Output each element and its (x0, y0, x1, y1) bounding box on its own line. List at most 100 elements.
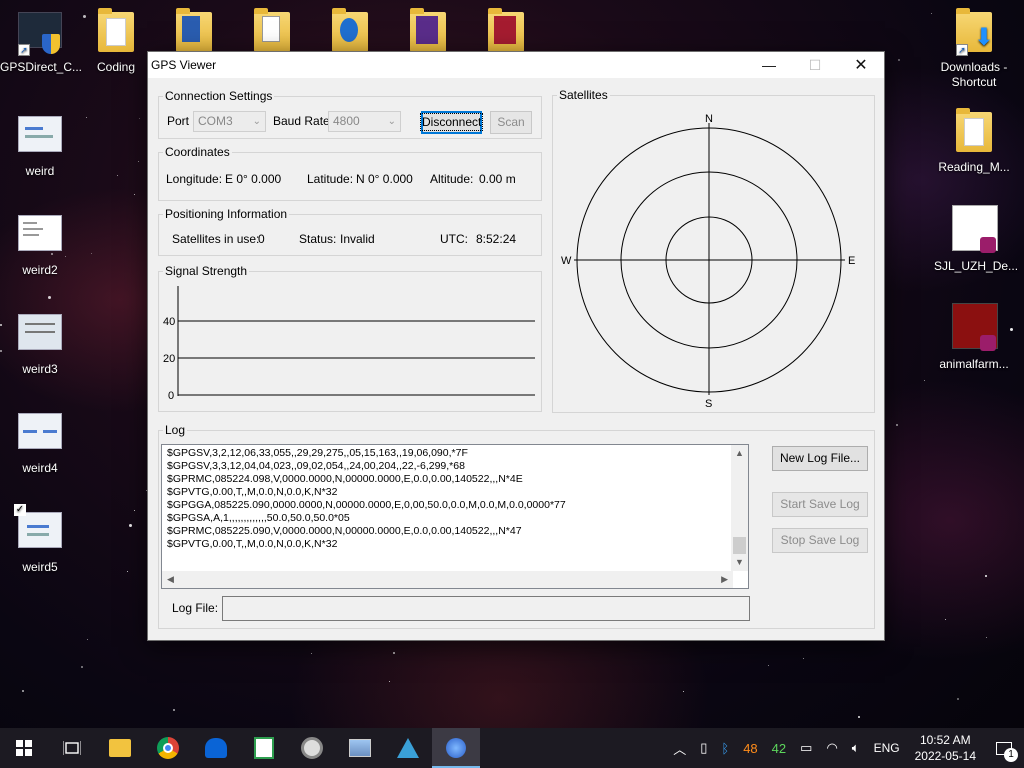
clock[interactable]: 10:52 AM 2022-05-14 (907, 732, 984, 764)
desktop-icon-label: weird3 (22, 362, 58, 376)
satellites-in-use-label: Satellites in use: (172, 232, 260, 246)
log-line: $GPGGA,085225.090,0000.0000,N,00000.0000… (167, 499, 566, 511)
folder-icon (172, 8, 216, 56)
desktop-icon-label: Downloads - Shortcut (940, 60, 1008, 89)
port-label: Port (167, 114, 190, 128)
log-horizontal-scrollbar[interactable]: ◀ ▶ (162, 571, 733, 588)
desktop-icon-weird4[interactable]: weird4 (0, 409, 80, 476)
compass-e-label: E (848, 255, 855, 267)
latitude-label: Latitude: (307, 172, 354, 186)
usb-icon[interactable]: ▯ (693, 740, 714, 756)
bluetooth-icon[interactable]: ᛒ (714, 741, 736, 756)
wifi-icon[interactable]: ◠ (819, 740, 844, 756)
file-explorer-icon (109, 739, 131, 757)
signal-tick-label: 0 (168, 390, 174, 402)
spreadsheet-button[interactable] (240, 728, 288, 768)
clock-time: 10:52 AM (919, 733, 971, 747)
file-explorer-button[interactable] (96, 728, 144, 768)
compass-n-label: N (705, 113, 713, 125)
task-view-icon (63, 741, 81, 755)
desktop-icon-label: SJL_UZH_De... (934, 259, 1019, 273)
disconnect-button[interactable]: Disconnect (419, 111, 484, 134)
gps-viewer-window[interactable]: GPS Viewer — ☐ ✕ Connection Settings Por… (147, 51, 885, 641)
title-bar[interactable]: GPS Viewer — ☐ ✕ (148, 52, 884, 78)
satellite-sky-plot: N S W E (561, 113, 855, 410)
log-line: $GPVTG,0.00,T,,M,0.0,N,0.0,K,N*32 (167, 538, 338, 550)
scan-button[interactable]: Scan (490, 111, 532, 134)
folder-icon (328, 8, 372, 56)
log-file-field[interactable] (222, 596, 750, 621)
scroll-left-icon[interactable]: ◀ (167, 574, 174, 585)
star (957, 698, 959, 700)
start-save-log-button[interactable]: Start Save Log (772, 492, 868, 517)
cpu-temp-indicator[interactable]: 48 (736, 741, 764, 756)
scroll-down-icon[interactable]: ▼ (735, 557, 744, 567)
ide-button[interactable] (384, 728, 432, 768)
desktop-icon-gpsdirect[interactable]: ➚ GPSDirect_C... (0, 8, 82, 75)
gps-viewer-taskbar-button[interactable] (432, 728, 480, 768)
gpu-temp-indicator[interactable]: 42 (765, 741, 793, 756)
baud-rate-label: Baud Rate (273, 114, 330, 128)
desktop-icon-weird[interactable]: weird (0, 112, 80, 179)
image-viewer-icon (349, 739, 371, 757)
log-line: $GPRMC,085224.098,V,0000.0000,N,00000.00… (167, 473, 523, 485)
desktop-icon-animalfarm[interactable]: animalfarm... (934, 303, 1014, 372)
close-button[interactable]: ✕ (838, 52, 884, 78)
desktop-icon-sjl-uzh[interactable]: SJL_UZH_De... (934, 205, 1019, 274)
desktop-icon-weird2[interactable]: weird2 (0, 211, 80, 278)
star (87, 639, 88, 640)
star (48, 296, 51, 299)
signal-strength-chart: 40 20 0 (163, 286, 535, 402)
log-textbox[interactable]: $GPGSV,3,2,12,06,33,055,,29,29,275,,05,1… (161, 444, 749, 589)
folder-icon (406, 8, 450, 56)
ide-icon (397, 738, 419, 758)
log-vertical-scrollbar[interactable]: ▲ ▼ (731, 445, 748, 571)
battery-icon[interactable]: ▭ (793, 740, 819, 756)
desktop-icon-coding[interactable]: Coding (76, 8, 156, 75)
desktop-icon-weird5[interactable]: ✓ weird5 (0, 504, 80, 575)
log-line: $GPGSV,3,3,12,04,04,023,,09,02,054,,24,0… (167, 460, 465, 472)
chevron-up-icon: ︿ (673, 741, 687, 757)
stop-save-log-button[interactable]: Stop Save Log (772, 528, 868, 553)
windows-start-icon (16, 740, 32, 756)
latitude-value: N 0° 0.000 (356, 172, 413, 186)
star (139, 118, 140, 119)
log-line: $GPVTG,0.00,T,,M,0.0,N,0.0,K,N*32 (167, 486, 338, 498)
action-center-button[interactable]: 1 (984, 728, 1024, 768)
image-viewer-button[interactable] (336, 728, 384, 768)
minimize-button[interactable]: — (746, 52, 792, 78)
star (985, 575, 987, 577)
outlook-button[interactable] (192, 728, 240, 768)
status-value: Invalid (340, 232, 375, 246)
star (896, 424, 898, 426)
volume-icon[interactable]: 🔈︎ (845, 740, 867, 756)
maximize-button[interactable]: ☐ (792, 52, 838, 78)
new-log-file-button[interactable]: New Log File... (772, 446, 868, 471)
star (134, 194, 135, 195)
chrome-icon (157, 737, 179, 759)
longitude-label: Longitude: (166, 172, 223, 186)
baud-rate-select[interactable]: 4800 ⌄ (328, 111, 401, 132)
scroll-up-icon[interactable]: ▲ (735, 448, 744, 458)
opensuse-button[interactable] (288, 728, 336, 768)
desktop-icon-downloads[interactable]: ⬇ ➚ Downloads - Shortcut (934, 8, 1014, 90)
disconnect-label: Disconnect (419, 113, 484, 131)
log-scroll-thumb[interactable] (733, 537, 746, 554)
desktop-icon-reading[interactable]: Reading_M... (934, 108, 1014, 175)
desktop-icon-label: weird4 (22, 461, 58, 475)
system-tray: ︿ ▯ ᛒ 48 42 ▭ ◠ 🔈︎ ENG 10:52 AM 2022-05-… (666, 728, 1024, 768)
language-indicator[interactable]: ENG (867, 741, 907, 755)
altitude-label: Altitude: (430, 172, 474, 186)
star (129, 524, 132, 527)
task-view-button[interactable] (48, 728, 96, 768)
port-select[interactable]: COM3 ⌄ (193, 111, 266, 132)
scroll-right-icon[interactable]: ▶ (721, 574, 728, 585)
show-hidden-icons-button[interactable]: ︿ (666, 739, 693, 758)
group-label: Positioning Information (163, 207, 290, 221)
desktop-icon-weird3[interactable]: weird3 (0, 310, 80, 377)
desktop-icon-label: weird (25, 164, 55, 178)
chrome-button[interactable] (144, 728, 192, 768)
stop-save-log-label: Stop Save Log (780, 533, 860, 547)
utc-value: 8:52:24 (476, 232, 517, 246)
start-button[interactable] (0, 728, 48, 768)
